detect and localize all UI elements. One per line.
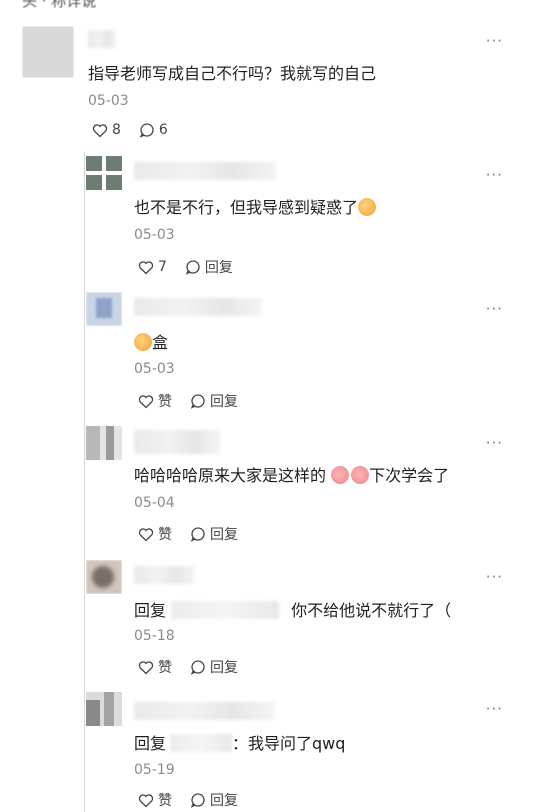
like-label: 赞 — [158, 660, 172, 676]
speech-bubble-icon — [139, 123, 154, 138]
like-button[interactable]: 7 — [138, 259, 167, 275]
avatar[interactable] — [86, 156, 122, 190]
like-button[interactable]: 赞 — [138, 657, 172, 677]
heart-outline-icon — [92, 123, 108, 137]
comment-text: 回复 ：我导问了qwq — [134, 734, 346, 753]
reply-count: 6 — [158, 122, 168, 138]
thread-line — [84, 152, 85, 812]
like-label: 赞 — [158, 394, 172, 410]
comment-date: 05-04 — [134, 495, 175, 511]
avatar[interactable] — [86, 426, 122, 460]
heart-outline-icon — [138, 660, 154, 674]
more-dots-icon[interactable]: ··· — [486, 32, 503, 50]
avatar[interactable] — [86, 292, 122, 326]
heart-outline-icon — [138, 527, 154, 541]
speech-bubble-icon — [190, 527, 205, 542]
comment-text: 也不是不行，但我导感到疑惑了 — [134, 194, 377, 218]
more-dots-icon[interactable]: ··· — [486, 700, 503, 718]
username-redacted[interactable] — [134, 566, 194, 584]
speech-bubble-icon — [190, 394, 205, 409]
heart-outline-icon — [138, 394, 154, 408]
username-redacted[interactable] — [134, 430, 220, 454]
comment-date: 05-03 — [134, 227, 175, 243]
comment-date: 05-18 — [134, 628, 175, 644]
comment-actions: 赞 回复 — [138, 657, 252, 677]
comment-date: 05-03 — [88, 93, 129, 109]
reply-button[interactable]: 回复 — [190, 790, 238, 810]
username-redacted[interactable] — [88, 30, 116, 48]
comment-actions: 7 回复 — [138, 257, 247, 277]
like-button[interactable]: 8 — [92, 122, 121, 138]
mention-redacted — [171, 601, 280, 619]
reply-label: 回复 — [210, 660, 238, 676]
comment-text: 指导老师写成自己不行吗？我就写的自己 — [88, 64, 377, 83]
mention-redacted — [170, 734, 233, 752]
comment-actions: 赞 回复 — [138, 391, 252, 411]
pig-emoji-icon — [331, 466, 350, 484]
comment-date: 05-19 — [134, 762, 175, 778]
avatar[interactable] — [86, 692, 122, 726]
like-button[interactable]: 赞 — [138, 524, 172, 544]
laughing-emoji-icon — [134, 333, 152, 351]
reply-button[interactable]: 回复 — [185, 257, 233, 277]
more-dots-icon[interactable]: ··· — [486, 166, 503, 184]
comment-actions: 赞 回复 — [138, 790, 252, 810]
comment-text: 哈哈哈哈原来大家是这样的 下次学会了 — [134, 466, 450, 485]
reply-button[interactable]: 回复 — [190, 657, 238, 677]
reply-label: 回复 — [210, 527, 238, 543]
reply-button[interactable]: 回复 — [190, 391, 238, 411]
username-redacted[interactable] — [134, 298, 262, 316]
laughing-emoji-icon — [358, 198, 377, 216]
comment-actions: 赞 回复 — [138, 524, 252, 544]
reply-label: 回复 — [210, 793, 238, 809]
comment-text: 盒 — [134, 329, 168, 353]
comment-date: 05-03 — [134, 361, 175, 377]
more-dots-icon[interactable]: ··· — [486, 300, 503, 318]
heart-outline-icon — [138, 260, 154, 274]
reply-button[interactable]: 回复 — [190, 524, 238, 544]
avatar[interactable] — [22, 26, 74, 78]
reply-label: 回复 — [204, 260, 233, 276]
reply-button[interactable]: 6 — [139, 122, 168, 138]
more-dots-icon[interactable]: ··· — [486, 434, 503, 452]
like-count: 7 — [158, 259, 167, 275]
more-dots-icon[interactable]: ··· — [486, 568, 503, 586]
truncated-header-text: 头 · 称详说 — [22, 0, 97, 10]
username-redacted[interactable] — [134, 162, 276, 180]
speech-bubble-icon — [190, 660, 205, 675]
comment-text: 回复 你不给他说不就行了（ — [134, 601, 452, 620]
like-label: 赞 — [158, 527, 172, 543]
username-redacted[interactable] — [134, 702, 274, 720]
avatar[interactable] — [86, 560, 122, 594]
like-label: 赞 — [158, 793, 172, 809]
speech-bubble-icon — [190, 793, 205, 808]
speech-bubble-icon — [185, 260, 200, 275]
heart-outline-icon — [138, 793, 154, 807]
like-button[interactable]: 赞 — [138, 790, 172, 810]
comment-actions: 8 6 — [92, 122, 182, 138]
reply-label: 回复 — [210, 394, 238, 410]
like-button[interactable]: 赞 — [138, 391, 172, 411]
pig-emoji-icon — [351, 466, 370, 484]
like-count: 8 — [112, 122, 121, 138]
